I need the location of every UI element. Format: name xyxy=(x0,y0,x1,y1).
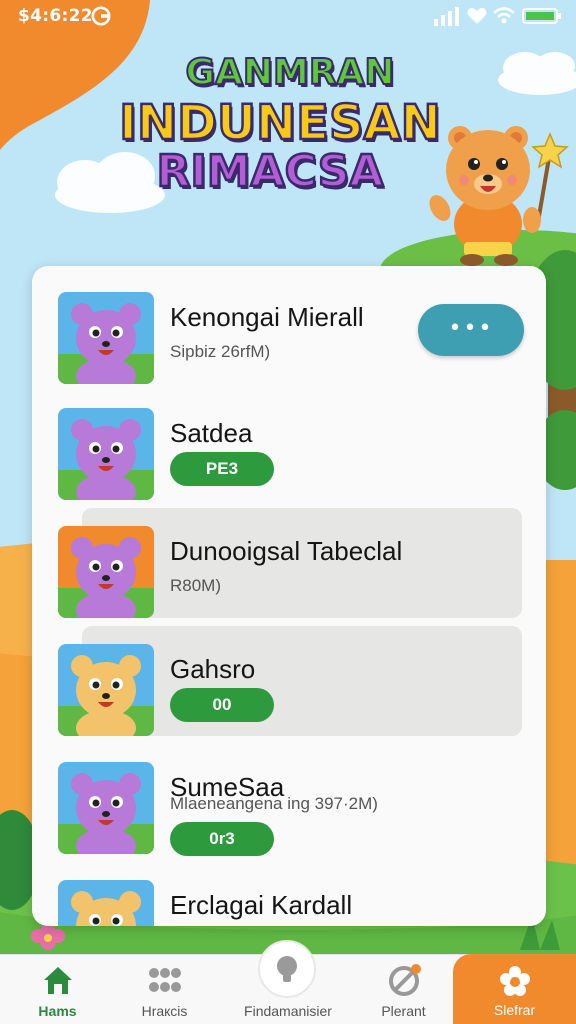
nav-label-home: Hams xyxy=(38,1003,77,1019)
bear-avatar xyxy=(58,526,154,618)
list-item[interactable]: Erclagai KardallHedaroadena (2 xyxy=(32,856,546,926)
list-item-subtitle: R80M) xyxy=(170,576,222,595)
list-item-title: Gahsro xyxy=(170,654,256,684)
home-icon xyxy=(43,967,72,994)
list-item[interactable]: Gahsro 00 xyxy=(32,620,546,738)
list-item-title: Dunooigsal Tabeclal xyxy=(170,536,403,566)
list-item[interactable]: SumeSaa Mlaeneangena ing 397·2M) 0r3 xyxy=(32,738,546,856)
wifi-icon xyxy=(493,7,515,24)
status-bar: $4:6:22 xyxy=(0,0,576,34)
list-item[interactable]: Satdea PE3 xyxy=(32,384,546,502)
nav-label-slefrar: Slefrar xyxy=(493,1002,536,1018)
nav-label-plerant: Plerant xyxy=(381,1003,426,1019)
bear-avatar xyxy=(58,762,154,854)
list-item-title: Satdea xyxy=(170,418,253,448)
nav-item-home[interactable]: Hams xyxy=(0,955,115,1024)
status-time: $4:6:22 xyxy=(18,6,93,26)
nav-label-hracis: Hraкcis xyxy=(141,1003,188,1019)
grid-dots-icon xyxy=(148,968,181,992)
bear-avatar xyxy=(58,408,154,500)
flower-icon xyxy=(499,966,530,996)
list-item[interactable]: Dunooigsal Tabeclal R80M) xyxy=(32,502,546,620)
nav-item-plerant[interactable]: Plerant xyxy=(346,955,461,1024)
list-item-title: Erclagai Kardall xyxy=(170,890,353,920)
nav-item-slefrar[interactable]: Slefrar xyxy=(453,954,576,1024)
nav-label-findamanisier: Findamanisier xyxy=(244,1003,332,1019)
list-item-title: Kenongai Mierall xyxy=(170,302,364,332)
bear-avatar xyxy=(58,292,154,384)
more-dots-icon: ••• xyxy=(448,316,494,341)
app-notification-icon xyxy=(91,6,111,26)
bear-mascot-illustration xyxy=(429,126,569,266)
more-options-button[interactable]: ••• xyxy=(418,304,524,356)
app-title-line-1: GANMRAN xyxy=(184,51,395,94)
list-item-badge[interactable]: 00 xyxy=(170,688,274,722)
bear-avatar xyxy=(58,880,154,926)
app-title-line-3: RIMACSA xyxy=(155,145,384,199)
center-action-button[interactable] xyxy=(258,940,316,998)
list-item-subtitle: Mlaeneangena ing 397·2M) xyxy=(170,794,378,813)
nav-item-hracis[interactable]: Hraкcis xyxy=(107,955,222,1024)
list-item-badge[interactable]: 0r3 xyxy=(170,822,274,856)
list-item[interactable]: Kenongai Mierall Sipbiz 26rfM) ••• xyxy=(32,268,546,386)
list-item-badge[interactable]: PE3 xyxy=(170,452,274,486)
no-sign-icon xyxy=(388,964,421,996)
app-title-line-2: INDUNESAN xyxy=(118,94,442,153)
signal-icon xyxy=(434,7,459,26)
content-list-card: Kenongai Mierall Sipbiz 26rfM) ••• Satdea PE… xyxy=(32,266,546,926)
battery-icon xyxy=(522,8,561,24)
heart-status-icon xyxy=(467,8,487,24)
list-item-subtitle: Sipbiz 26rfM) xyxy=(170,342,271,361)
bear-avatar xyxy=(58,644,154,736)
lightbulb-icon xyxy=(277,956,297,982)
